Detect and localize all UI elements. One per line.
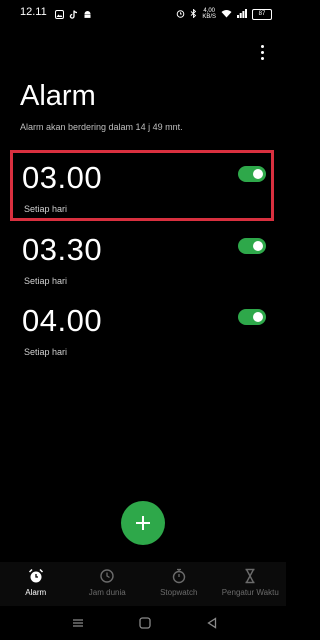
- alarm-time: 03.30: [22, 232, 103, 267]
- alarm-repeat: Setiap hari: [24, 276, 68, 286]
- tab-alarm[interactable]: Alarm: [0, 562, 72, 606]
- stopwatch-icon: [171, 568, 187, 584]
- alarm-time: 04.00: [22, 303, 103, 338]
- world-clock-icon: [99, 568, 115, 584]
- tab-stopwatch[interactable]: Stopwatch: [143, 562, 215, 606]
- bluetooth-icon: [190, 5, 197, 23]
- signal-icon: [237, 5, 247, 23]
- tab-label: Pengatur Waktu: [221, 588, 279, 597]
- recents-icon[interactable]: [71, 616, 85, 630]
- more-options-icon[interactable]: [256, 45, 268, 63]
- highlight-box: [10, 150, 274, 221]
- back-icon[interactable]: [205, 616, 219, 630]
- toggle-knob: [253, 312, 263, 322]
- tab-label: Stopwatch: [160, 588, 198, 597]
- battery-indicator: 87: [252, 8, 272, 20]
- gallery-icon: [55, 6, 64, 19]
- status-time: 12.11: [20, 6, 47, 18]
- alarm-item[interactable]: 03.30 Setiap hari: [12, 230, 274, 292]
- network-speed: 4,00 KB/S: [202, 8, 216, 20]
- android-icon: [83, 6, 92, 18]
- notification-icons: [55, 6, 92, 19]
- status-right-icons: 4,00 KB/S 87: [176, 5, 272, 23]
- status-bar: 12.11 4,00 KB/S 87: [0, 0, 286, 26]
- alarm-toggle[interactable]: [238, 238, 266, 254]
- alarm-toggle[interactable]: [238, 309, 266, 325]
- tab-label: Alarm: [25, 588, 47, 597]
- tab-timer[interactable]: Pengatur Waktu: [215, 562, 287, 606]
- toggle-knob: [253, 241, 263, 251]
- home-icon[interactable]: [138, 616, 152, 630]
- alarm-clock-icon: [28, 568, 44, 584]
- page-title: Alarm: [20, 80, 96, 112]
- tiktok-icon: [69, 6, 78, 19]
- alarm-repeat: Setiap hari: [24, 347, 68, 357]
- add-alarm-button[interactable]: [121, 501, 165, 545]
- bottom-navigation: Alarm Jam dunia Stopwatch Pengatur Waktu: [0, 562, 286, 606]
- system-navigation-bar: [0, 606, 286, 640]
- alarm-item[interactable]: 04.00 Setiap hari: [12, 301, 274, 363]
- tab-world-clock[interactable]: Jam dunia: [72, 562, 144, 606]
- alarm-status-icon: [176, 5, 185, 23]
- wifi-icon: [221, 5, 232, 23]
- plus-icon: [136, 516, 150, 530]
- next-alarm-info: Alarm akan berdering dalam 14 j 49 mnt.: [20, 122, 183, 132]
- tab-label: Jam dunia: [88, 588, 126, 597]
- hourglass-icon: [242, 568, 258, 584]
